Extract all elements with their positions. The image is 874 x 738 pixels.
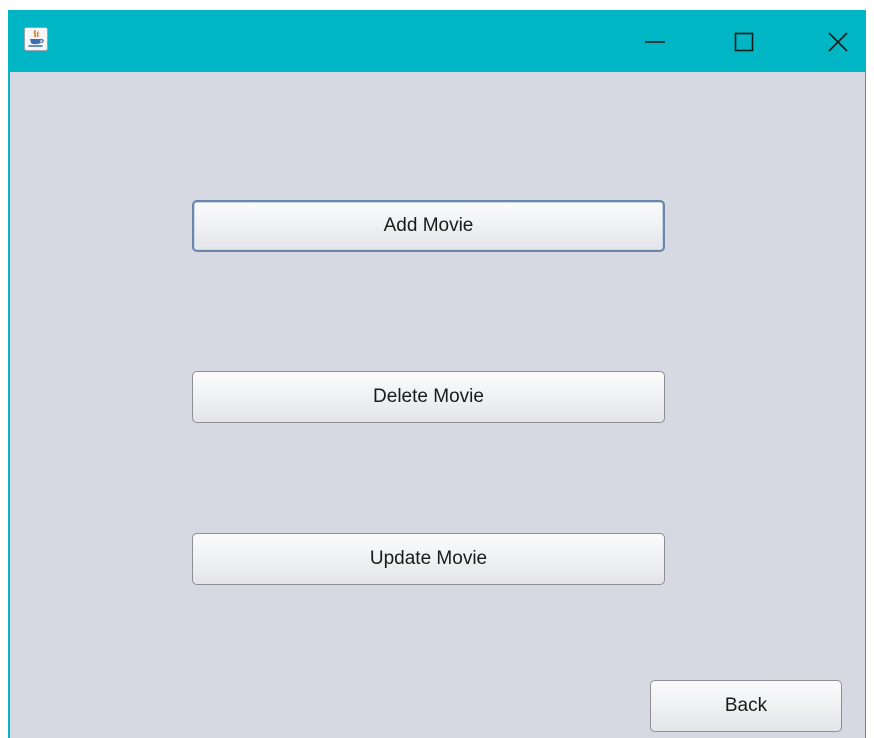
close-button[interactable] [815,20,861,64]
maximize-icon [734,32,754,52]
close-icon [828,32,848,52]
back-button[interactable]: Back [650,680,842,732]
delete-movie-button[interactable]: Delete Movie [192,371,665,423]
title-bar[interactable] [10,10,865,72]
update-movie-button[interactable]: Update Movie [192,533,665,585]
content-panel: Add Movie Delete Movie Update Movie Back [10,72,865,738]
maximize-button[interactable] [721,20,767,64]
java-cup-icon[interactable] [24,27,48,51]
minimize-icon [645,41,665,43]
app-window: Add Movie Delete Movie Update Movie Back [8,10,866,738]
minimize-button[interactable] [632,20,678,64]
add-movie-button[interactable]: Add Movie [192,200,665,252]
